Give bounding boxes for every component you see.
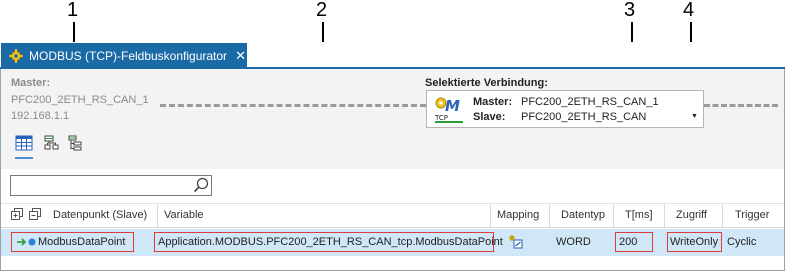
column-separator [157,204,158,227]
close-icon[interactable]: ✕ [235,48,246,64]
gear-icon [9,48,23,63]
column-header-t[interactable]: T[ms] [625,209,653,221]
callout-2: 2 [316,0,328,21]
column-separator [613,204,614,227]
master-name: PFC200_2ETH_RS_CAN_1 [11,94,149,106]
callout-1: 1 [67,0,79,21]
connection-slave-row: Slave: PFC200_2ETH_RS_CAN [473,111,646,123]
column-header-access[interactable]: Zugriff [676,209,707,221]
highlight-access [667,232,722,252]
connection-master-value: PFC200_2ETH_RS_CAN_1 [521,96,659,108]
svg-text:M: M [445,97,460,115]
search-input[interactable] [10,175,212,196]
connection-slave-label: Slave: [473,111,506,123]
collapse-all-icon[interactable] [29,208,41,220]
cell-trigger[interactable]: Cyclic [727,236,756,248]
column-separator [664,204,665,227]
master-ip: 192.168.1.1 [11,110,70,122]
active-view-indicator [15,157,33,159]
callout-4: 4 [683,0,695,21]
connection-line-left [160,104,426,107]
callout-3: 3 [624,0,636,21]
tree-view-icon[interactable] [43,135,61,151]
modbus-tcp-icon-label: TCP [434,114,448,122]
tab-title: MODBUS (TCP)-Feldbuskonfigurator [29,48,228,63]
column-header-trigger[interactable]: Trigger [735,209,769,221]
connection-line-right [704,104,778,107]
column-header-variable[interactable]: Variable [164,209,204,221]
search-icon[interactable] [193,177,209,193]
hierarchy-view-icon[interactable] [66,135,84,151]
highlight-variable [154,232,494,252]
column-separator [549,204,550,227]
master-label: Master: [11,77,51,89]
expand-all-icon[interactable] [11,208,23,220]
connection-slave-value: PFC200_2ETH_RS_CAN [521,111,647,123]
mapping-icon[interactable] [508,234,524,250]
column-header-datapoint[interactable]: Datenpunkt (Slave) [53,209,147,221]
highlight-t [615,232,653,252]
column-header-mapping[interactable]: Mapping [497,209,539,221]
column-separator [722,204,723,227]
modbus-tcp-icon: M TCP [434,97,463,123]
chevron-down-icon[interactable]: ▼ [691,113,698,120]
column-header-datatype[interactable]: Datentyp [561,209,605,221]
highlight-datapoint [11,232,134,252]
connection-selector[interactable]: M TCP Master: PFC200_2ETH_RS_CAN_1 Slave:… [426,90,704,128]
cell-datatype: WORD [556,236,591,248]
connection-master-row: Master: PFC200_2ETH_RS_CAN_1 [473,96,659,108]
column-separator [490,204,491,227]
table-view-icon[interactable] [15,135,33,151]
tab-modbus-configurator[interactable]: MODBUS (TCP)-Feldbuskonfigurator ✕ [1,43,247,68]
connection-master-label: Master: [473,96,513,108]
selected-connection-label: Selektierte Verbindung: [425,77,548,89]
